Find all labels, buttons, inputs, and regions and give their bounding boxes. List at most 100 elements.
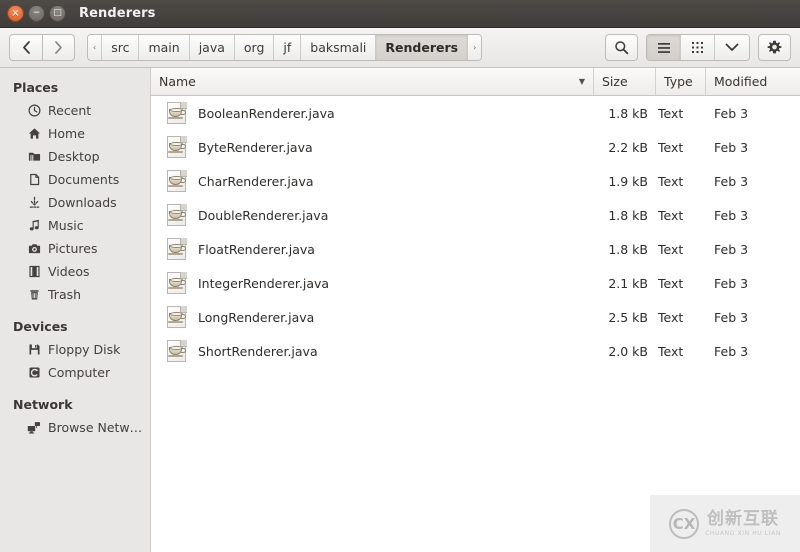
settings-button[interactable] bbox=[758, 34, 791, 61]
file-size-cell: 1.9 kB bbox=[594, 174, 656, 189]
grid-view-button[interactable] bbox=[681, 35, 715, 60]
minimize-button[interactable]: − bbox=[28, 5, 45, 22]
table-row[interactable]: LongRenderer.java 2.5 kB Text Feb 3 bbox=[151, 300, 800, 334]
grid-view-icon bbox=[691, 41, 704, 54]
sidebar-item-documents[interactable]: Documents bbox=[0, 168, 150, 191]
file-name-label: BooleanRenderer.java bbox=[198, 106, 335, 121]
column-header-type[interactable]: Type bbox=[656, 68, 706, 95]
download-icon bbox=[27, 196, 41, 210]
java-file-icon bbox=[166, 135, 188, 159]
home-icon bbox=[27, 127, 41, 141]
column-header-name[interactable]: Name ▼ bbox=[151, 68, 594, 95]
list-view-icon bbox=[657, 42, 671, 54]
file-list-pane: Name ▼ Size Type Modified BooleanRendere… bbox=[151, 68, 800, 552]
java-file-icon bbox=[166, 305, 188, 329]
file-type-cell: Text bbox=[656, 344, 706, 359]
sidebar-item-computer[interactable]: Computer bbox=[0, 361, 150, 384]
camera-icon bbox=[27, 242, 41, 256]
view-options-button[interactable] bbox=[715, 35, 749, 60]
sidebar-item-floppy-disk[interactable]: Floppy Disk bbox=[0, 338, 150, 361]
folder-icon bbox=[27, 150, 41, 164]
file-manager-window: × − □ Renderers ‹ src main java org bbox=[0, 0, 800, 552]
forward-button[interactable] bbox=[42, 34, 75, 61]
file-name-label: ByteRenderer.java bbox=[198, 140, 313, 155]
file-name-cell[interactable]: DoubleRenderer.java bbox=[151, 203, 594, 227]
window-controls: × − □ bbox=[7, 5, 66, 22]
breadcrumb-item-jf[interactable]: jf bbox=[274, 35, 301, 60]
title-bar: × − □ Renderers bbox=[0, 0, 800, 28]
breadcrumb-overflow-right[interactable]: › bbox=[468, 35, 481, 60]
file-name-cell[interactable]: LongRenderer.java bbox=[151, 305, 594, 329]
chevron-right-icon bbox=[54, 41, 63, 54]
breadcrumb-item-baksmali[interactable]: baksmali bbox=[301, 35, 376, 60]
sidebar: Places Recent Home Desktop bbox=[0, 68, 151, 552]
table-row[interactable]: ShortRenderer.java 2.0 kB Text Feb 3 bbox=[151, 334, 800, 368]
sidebar-item-downloads[interactable]: Downloads bbox=[0, 191, 150, 214]
close-button[interactable]: × bbox=[7, 5, 24, 22]
java-file-icon bbox=[166, 271, 188, 295]
file-modified-cell: Feb 3 bbox=[706, 208, 800, 223]
file-name-cell[interactable]: BooleanRenderer.java bbox=[151, 101, 594, 125]
list-view-button[interactable] bbox=[647, 35, 681, 60]
window-title: Renderers bbox=[79, 6, 155, 21]
file-name-label: CharRenderer.java bbox=[198, 174, 314, 189]
java-file-icon bbox=[166, 101, 188, 125]
file-name-cell[interactable]: ShortRenderer.java bbox=[151, 339, 594, 363]
sidebar-item-browse-network[interactable]: Browse Netw… bbox=[0, 416, 150, 439]
trash-icon bbox=[27, 288, 41, 302]
search-button[interactable] bbox=[605, 34, 638, 61]
file-modified-cell: Feb 3 bbox=[706, 140, 800, 155]
breadcrumb-item-main[interactable]: main bbox=[139, 35, 189, 60]
table-row[interactable]: IntegerRenderer.java 2.1 kB Text Feb 3 bbox=[151, 266, 800, 300]
sidebar-section-places: Places bbox=[0, 77, 150, 99]
sidebar-item-label: Documents bbox=[48, 172, 119, 187]
watermark: CX 创新互联 CHUANG XIN HU LIAN bbox=[650, 495, 800, 552]
sidebar-item-label: Music bbox=[48, 218, 84, 233]
sidebar-item-recent[interactable]: Recent bbox=[0, 99, 150, 122]
maximize-icon: □ bbox=[53, 9, 62, 18]
column-header-size[interactable]: Size bbox=[594, 68, 656, 95]
sidebar-item-desktop[interactable]: Desktop bbox=[0, 145, 150, 168]
maximize-button[interactable]: □ bbox=[49, 5, 66, 22]
navigation-buttons bbox=[9, 34, 75, 61]
column-header-name-label: Name bbox=[159, 74, 196, 89]
file-name-cell[interactable]: FloatRenderer.java bbox=[151, 237, 594, 261]
file-name-cell[interactable]: ByteRenderer.java bbox=[151, 135, 594, 159]
file-name-cell[interactable]: IntegerRenderer.java bbox=[151, 271, 594, 295]
sidebar-section-network: Network bbox=[0, 384, 150, 416]
toolbar: ‹ src main java org jf baksmali Renderer… bbox=[0, 28, 800, 68]
document-icon bbox=[27, 173, 41, 187]
table-row[interactable]: BooleanRenderer.java 1.8 kB Text Feb 3 bbox=[151, 96, 800, 130]
sidebar-item-music[interactable]: Music bbox=[0, 214, 150, 237]
sidebar-section-devices: Devices bbox=[0, 306, 150, 338]
breadcrumb-overflow-left[interactable]: ‹ bbox=[88, 35, 102, 60]
sidebar-item-label: Home bbox=[48, 126, 85, 141]
floppy-disk-icon bbox=[27, 343, 41, 357]
file-size-cell: 2.5 kB bbox=[594, 310, 656, 325]
breadcrumb-item-renderers[interactable]: Renderers bbox=[376, 35, 468, 60]
file-size-cell: 2.2 kB bbox=[594, 140, 656, 155]
watermark-text: 创新互联 CHUANG XIN HU LIAN bbox=[705, 511, 781, 537]
table-row[interactable]: DoubleRenderer.java 1.8 kB Text Feb 3 bbox=[151, 198, 800, 232]
chevron-left-icon bbox=[22, 41, 31, 54]
file-size-cell: 2.0 kB bbox=[594, 344, 656, 359]
sidebar-item-pictures[interactable]: Pictures bbox=[0, 237, 150, 260]
table-row[interactable]: ByteRenderer.java 2.2 kB Text Feb 3 bbox=[151, 130, 800, 164]
breadcrumb-item-java[interactable]: java bbox=[190, 35, 235, 60]
java-file-icon bbox=[166, 237, 188, 261]
network-icon bbox=[27, 421, 41, 435]
column-header-modified[interactable]: Modified bbox=[706, 68, 800, 95]
table-row[interactable]: FloatRenderer.java 1.8 kB Text Feb 3 bbox=[151, 232, 800, 266]
breadcrumb-item-org[interactable]: org bbox=[235, 35, 275, 60]
table-row[interactable]: CharRenderer.java 1.9 kB Text Feb 3 bbox=[151, 164, 800, 198]
breadcrumb-item-src[interactable]: src bbox=[102, 35, 139, 60]
sidebar-item-videos[interactable]: Videos bbox=[0, 260, 150, 283]
java-file-icon bbox=[166, 169, 188, 193]
sidebar-item-trash[interactable]: Trash bbox=[0, 283, 150, 306]
file-name-cell[interactable]: CharRenderer.java bbox=[151, 169, 594, 193]
back-button[interactable] bbox=[9, 34, 42, 61]
sidebar-item-label: Floppy Disk bbox=[48, 342, 120, 357]
file-modified-cell: Feb 3 bbox=[706, 276, 800, 291]
view-mode-group bbox=[646, 34, 750, 61]
sidebar-item-home[interactable]: Home bbox=[0, 122, 150, 145]
